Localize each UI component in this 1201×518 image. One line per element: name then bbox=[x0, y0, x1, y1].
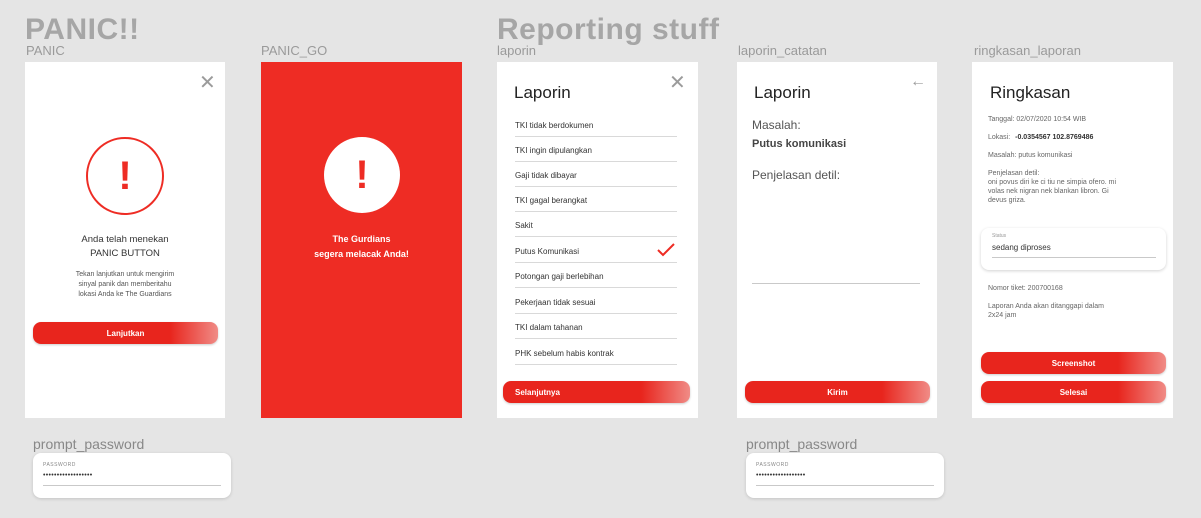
reporting-section-title: Reporting stuff bbox=[497, 13, 720, 46]
laporin-screen: Laporin ✕ TKI tidak berdokumen TKI ingin… bbox=[497, 62, 698, 418]
exclamation-glyph: ! bbox=[118, 154, 132, 198]
status-value: sedang diproses bbox=[992, 243, 1051, 252]
tanggal-text: Tanggal: 02/07/2020 10:54 WIB bbox=[988, 116, 1087, 123]
masalah-text: Masalah: putus komunikasi bbox=[988, 152, 1073, 159]
report-option[interactable]: Sakit bbox=[515, 212, 677, 237]
panic-desc-line3: lokasi Anda ke The Guardians bbox=[78, 291, 172, 298]
penjelasan-line3: devus griza. bbox=[988, 197, 1026, 204]
report-option-label: TKI dalam tahanan bbox=[515, 323, 583, 332]
password-card: PASSWORD •••••••••••••••••• bbox=[746, 453, 944, 498]
password-underline bbox=[756, 485, 934, 486]
laporin-catatan-title: Laporin bbox=[754, 83, 811, 102]
frame-label-panic-go: PANIC_GO bbox=[261, 43, 328, 58]
report-option-label: Sakit bbox=[515, 221, 533, 230]
report-option[interactable]: TKI gagal berangkat bbox=[515, 187, 677, 212]
laporin-catatan-screen: Laporin ← Masalah: Putus komunikasi Penj… bbox=[737, 62, 937, 418]
nomor-tiket-text: Nomor tiket: 200700168 bbox=[988, 285, 1063, 292]
password-label: PASSWORD bbox=[43, 462, 76, 468]
close-icon[interactable]: ✕ bbox=[669, 73, 686, 93]
frame-label-laporin: laporin bbox=[497, 43, 537, 58]
lokasi-value: -0.0354567 102.8769486 bbox=[1015, 134, 1094, 141]
password-underline bbox=[43, 485, 221, 486]
penjelasan-label: Penjelasan detil: bbox=[988, 170, 1040, 177]
close-icon[interactable]: ✕ bbox=[199, 73, 216, 93]
report-option-label: TKI tidak berdokumen bbox=[515, 121, 594, 130]
kirim-button[interactable]: Kirim bbox=[745, 381, 930, 403]
panic-desc-line2: sinyal panik dan memberitahu bbox=[78, 281, 172, 288]
frame-label-prompt-password: prompt_password bbox=[746, 436, 858, 452]
selesai-button[interactable]: Selesai bbox=[981, 381, 1166, 403]
panic-go-screen: ! The Gurdians segera melacak Anda! bbox=[261, 62, 462, 418]
frame-label-prompt-password: prompt_password bbox=[33, 436, 145, 452]
report-option[interactable]: Potongan gaji berlebihan bbox=[515, 263, 677, 288]
panic-screen: ✕ ! Anda telah menekan PANIC BUTTON Teka… bbox=[25, 62, 225, 418]
report-option-label: TKI gagal berangkat bbox=[515, 196, 588, 205]
report-option[interactable]: TKI ingin dipulangkan bbox=[515, 137, 677, 162]
penjelasan-label: Penjelasan detil: bbox=[752, 168, 841, 182]
report-option[interactable]: TKI dalam tahanan bbox=[515, 314, 677, 339]
alert-icon: ! bbox=[86, 137, 164, 215]
penjelasan-line2: volas nek nigran nek blankan libron. Gi bbox=[988, 188, 1109, 195]
panic-message-line1: Anda telah menekan bbox=[81, 234, 169, 245]
report-option[interactable]: Gaji tidak dibayar bbox=[515, 162, 677, 187]
report-option-label: Putus Komunikasi bbox=[515, 247, 580, 256]
password-label: PASSWORD bbox=[756, 462, 789, 468]
lokasi-row: Lokasi: -0.0354567 102.8769486 bbox=[988, 134, 1093, 143]
ringkasan-screen: Ringkasan Tanggal: 02/07/2020 10:54 WIB … bbox=[972, 62, 1173, 418]
report-option[interactable]: Pekerjaan tidak sesuai bbox=[515, 289, 677, 314]
panic-section-title: PANIC!! bbox=[25, 13, 140, 46]
password-input[interactable]: •••••••••••••••••• bbox=[756, 472, 806, 479]
laporin-title: Laporin bbox=[514, 83, 571, 102]
report-option-label: PHK sebelum habis kontrak bbox=[515, 349, 614, 358]
report-option-selected[interactable]: Putus Komunikasi bbox=[515, 238, 677, 263]
password-input[interactable]: •••••••••••••••••• bbox=[43, 472, 93, 479]
password-card: PASSWORD •••••••••••••••••• bbox=[33, 453, 231, 498]
back-arrow-icon[interactable]: ← bbox=[910, 74, 926, 90]
masalah-label: Masalah: bbox=[752, 118, 801, 132]
report-option-label: Potongan gaji berlebihan bbox=[515, 272, 604, 281]
panic-message-line2: PANIC BUTTON bbox=[90, 248, 160, 259]
frame-label-laporin-catatan: laporin_catatan bbox=[738, 43, 827, 58]
frame-label-panic: PANIC bbox=[26, 43, 65, 58]
lanjutkan-button[interactable]: Lanjutkan bbox=[33, 322, 218, 344]
panic-go-line2: segera melacak Anda! bbox=[314, 249, 409, 259]
check-icon bbox=[657, 243, 675, 257]
report-option-label: TKI ingin dipulangkan bbox=[515, 146, 592, 155]
panic-go-line1: The Gurdians bbox=[332, 234, 391, 244]
ringkasan-title: Ringkasan bbox=[990, 83, 1071, 102]
report-option[interactable]: TKI tidak berdokumen bbox=[515, 112, 677, 137]
penjelasan-textarea[interactable] bbox=[752, 190, 920, 284]
penjelasan-line1: oni povus diri ke ci tiu ne simpia ofero… bbox=[988, 179, 1116, 186]
status-field[interactable]: Status sedang diproses bbox=[981, 228, 1166, 270]
panic-desc-line1: Tekan lanjutkan untuk mengirim bbox=[75, 271, 175, 278]
report-option-label: Gaji tidak dibayar bbox=[515, 171, 577, 180]
masalah-value: Putus komunikasi bbox=[752, 138, 847, 150]
status-underline bbox=[992, 257, 1156, 258]
exclamation-glyph: ! bbox=[355, 153, 369, 197]
screenshot-button[interactable]: Screenshot bbox=[981, 352, 1166, 374]
report-option[interactable]: PHK sebelum habis kontrak bbox=[515, 340, 677, 365]
status-label: Status bbox=[992, 233, 1007, 239]
alert-icon: ! bbox=[324, 137, 400, 213]
info-line1: Laporan Anda akan ditanggapi dalam bbox=[988, 303, 1104, 310]
selanjutnya-button[interactable]: Selanjutnya bbox=[503, 381, 690, 403]
report-option-label: Pekerjaan tidak sesuai bbox=[515, 298, 596, 307]
info-line2: 2x24 jam bbox=[988, 312, 1017, 319]
lokasi-label: Lokasi: bbox=[988, 134, 1011, 141]
frame-label-ringkasan-laporan: ringkasan_laporan bbox=[974, 43, 1081, 58]
